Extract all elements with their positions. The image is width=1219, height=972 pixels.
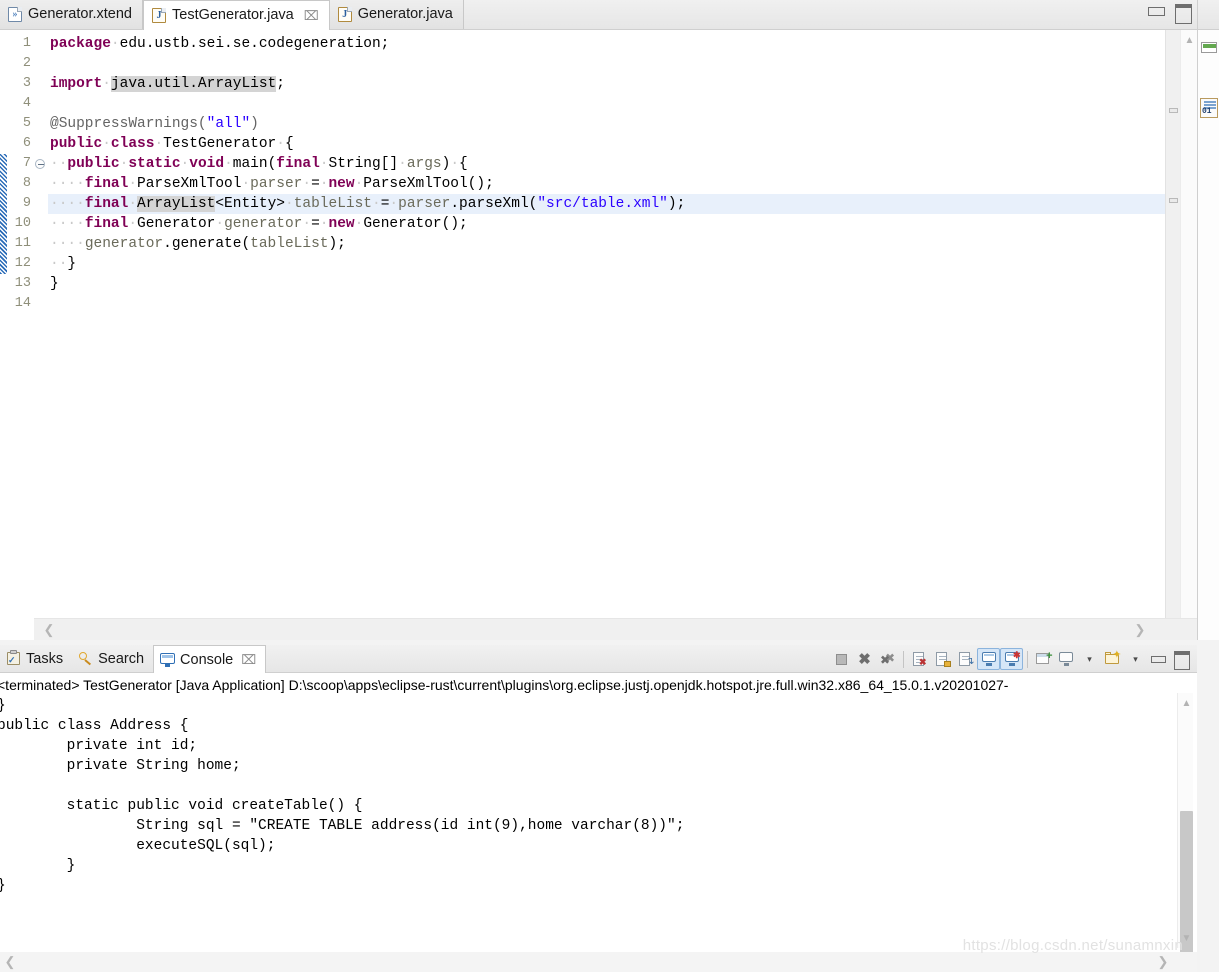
close-icon[interactable]: ⌧: [241, 652, 256, 668]
scroll-lock-button[interactable]: [931, 648, 954, 670]
remove-launch-button[interactable]: ✖: [853, 648, 876, 670]
editor-tab-generator-xtend[interactable]: » Generator.xtend: [0, 0, 143, 29]
xtend-file-icon: »: [8, 7, 22, 22]
editor-vertical-scrollbar[interactable]: ▲: [1180, 30, 1197, 618]
editor-tab-label: Generator.java: [357, 6, 453, 23]
editor-right-rulers: ▲: [1165, 30, 1197, 618]
scroll-right-icon[interactable]: ❯: [1153, 952, 1173, 972]
tasks-icon: ✓: [6, 650, 21, 666]
console-toolbar: ✖ ✖ ↴ ✱ +: [830, 647, 1193, 671]
show-console-on-error-button[interactable]: ✱: [1000, 648, 1023, 670]
editor-body[interactable]: 1 2 3 4 5 6 7 8 9 10 11 12 13 14 package…: [0, 30, 1197, 640]
console-tab-bar: ✓ Tasks Search Console ⌧ ✖ ✖ ✖ ✖ ↴ ✱ + ▾…: [0, 645, 1197, 673]
maximize-icon[interactable]: [1170, 648, 1193, 670]
clear-console-button[interactable]: ✖: [908, 648, 931, 670]
overview-marker: [1169, 108, 1178, 113]
toolbar-separator: [1027, 650, 1028, 668]
open-console-dropdown[interactable]: ▾: [1124, 648, 1147, 670]
close-icon[interactable]: ⌧: [304, 9, 319, 22]
code-line-12: ··}: [50, 256, 77, 272]
eclipse-workbench: » Generator.xtend J TestGenerator.java ⌧…: [0, 0, 1219, 972]
console-horizontal-scrollbar[interactable]: ❮ ❯: [0, 952, 1197, 972]
editor-tab-testgenerator-java[interactable]: J TestGenerator.java ⌧: [143, 0, 330, 30]
code-line-13: }: [50, 276, 59, 292]
console-vertical-scrollbar[interactable]: ▲ ▼: [1177, 693, 1195, 961]
editor-tab-label: Generator.xtend: [28, 6, 132, 23]
code-line-5: @SuppressWarnings("all"): [50, 116, 259, 132]
change-bar: [0, 30, 7, 640]
adjacent-view-tabbar: [1198, 0, 1219, 30]
editor-view-buttons: [1147, 4, 1192, 24]
code-line-11: ····generator.generate(tableList);: [50, 236, 346, 252]
terminate-button[interactable]: [830, 648, 853, 670]
view-tab-console[interactable]: Console ⌧: [153, 645, 267, 673]
outline-item-icon: [1201, 42, 1217, 53]
code-line-7: ··public·static·void·main(final·String[]…: [50, 156, 468, 172]
minimize-icon[interactable]: [1147, 4, 1165, 19]
adjacent-view-peek[interactable]: 01: [1197, 0, 1219, 640]
scroll-left-icon[interactable]: ❮: [38, 619, 60, 641]
view-tab-label: Search: [98, 650, 145, 667]
scroll-up-icon[interactable]: ▲: [1181, 32, 1198, 48]
code-text-area[interactable]: package·edu.ustb.sei.se.codegeneration; …: [48, 30, 1197, 640]
minimize-icon[interactable]: [1147, 648, 1170, 670]
view-tab-label: Tasks: [26, 650, 64, 667]
console-output-text: } public class Address { private int id;…: [0, 698, 685, 894]
maximize-icon[interactable]: [1174, 4, 1192, 24]
view-tab-tasks[interactable]: ✓ Tasks: [0, 645, 72, 672]
editor-tab-bar: » Generator.xtend J TestGenerator.java ⌧…: [0, 0, 1197, 30]
java-file-icon: J: [152, 8, 166, 23]
code-line-1: package·edu.ustb.sei.se.codegeneration;: [50, 36, 390, 52]
code-line-8: ····final·ParseXmlTool·parser·=·new·Pars…: [50, 176, 494, 192]
overview-ruler[interactable]: [1165, 30, 1180, 618]
adjacent-view-body: 01: [1198, 30, 1219, 640]
numbered-list-icon: 01: [1200, 98, 1218, 118]
show-console-on-output-button[interactable]: [977, 648, 1000, 670]
overview-marker: [1169, 198, 1178, 203]
word-wrap-button[interactable]: ↴: [954, 648, 977, 670]
scroll-down-icon[interactable]: ▼: [1178, 930, 1195, 946]
folding-ruler[interactable]: [34, 30, 48, 640]
editor-tab-label: TestGenerator.java: [172, 7, 294, 24]
open-console-button[interactable]: ✦: [1101, 648, 1124, 670]
console-process-line: <terminated> TestGenerator [Java Applica…: [0, 677, 1009, 693]
java-file-icon: J: [337, 7, 352, 22]
remove-all-terminated-button[interactable]: [876, 648, 899, 670]
code-line-3: import·java.util.ArrayList;: [50, 76, 285, 92]
scroll-right-icon[interactable]: ❯: [1129, 619, 1151, 641]
toolbar-separator: [903, 650, 904, 668]
editor-tab-generator-java[interactable]: J Generator.java: [329, 0, 464, 29]
search-icon: [78, 651, 93, 666]
view-tab-search[interactable]: Search: [72, 645, 153, 672]
scroll-left-icon[interactable]: ❮: [0, 952, 20, 972]
code-line-10: ····final·Generator·generator·=·new·Gene…: [50, 216, 468, 232]
console-panel: ✓ Tasks Search Console ⌧ ✖ ✖ ✖ ✖ ↴ ✱ + ▾…: [0, 645, 1197, 972]
scroll-up-icon[interactable]: ▲: [1178, 695, 1195, 711]
editor-stack: » Generator.xtend J TestGenerator.java ⌧…: [0, 0, 1197, 640]
console-output-area[interactable]: <terminated> TestGenerator [Java Applica…: [0, 673, 1197, 972]
code-line-9: ····final·ArrayList<Entity>·tableList·=·…: [48, 194, 1197, 214]
display-selected-console-dropdown[interactable]: ▾: [1078, 648, 1101, 670]
code-line-6: public·class·TestGenerator·{: [50, 136, 294, 152]
console-icon: [160, 652, 176, 667]
pin-console-button[interactable]: +: [1032, 648, 1055, 670]
editor-horizontal-scrollbar[interactable]: ❮ ❯: [0, 618, 1197, 640]
fold-collapse-icon[interactable]: [34, 154, 48, 174]
display-selected-console-button[interactable]: [1055, 648, 1078, 670]
view-tab-label: Console: [180, 651, 234, 668]
